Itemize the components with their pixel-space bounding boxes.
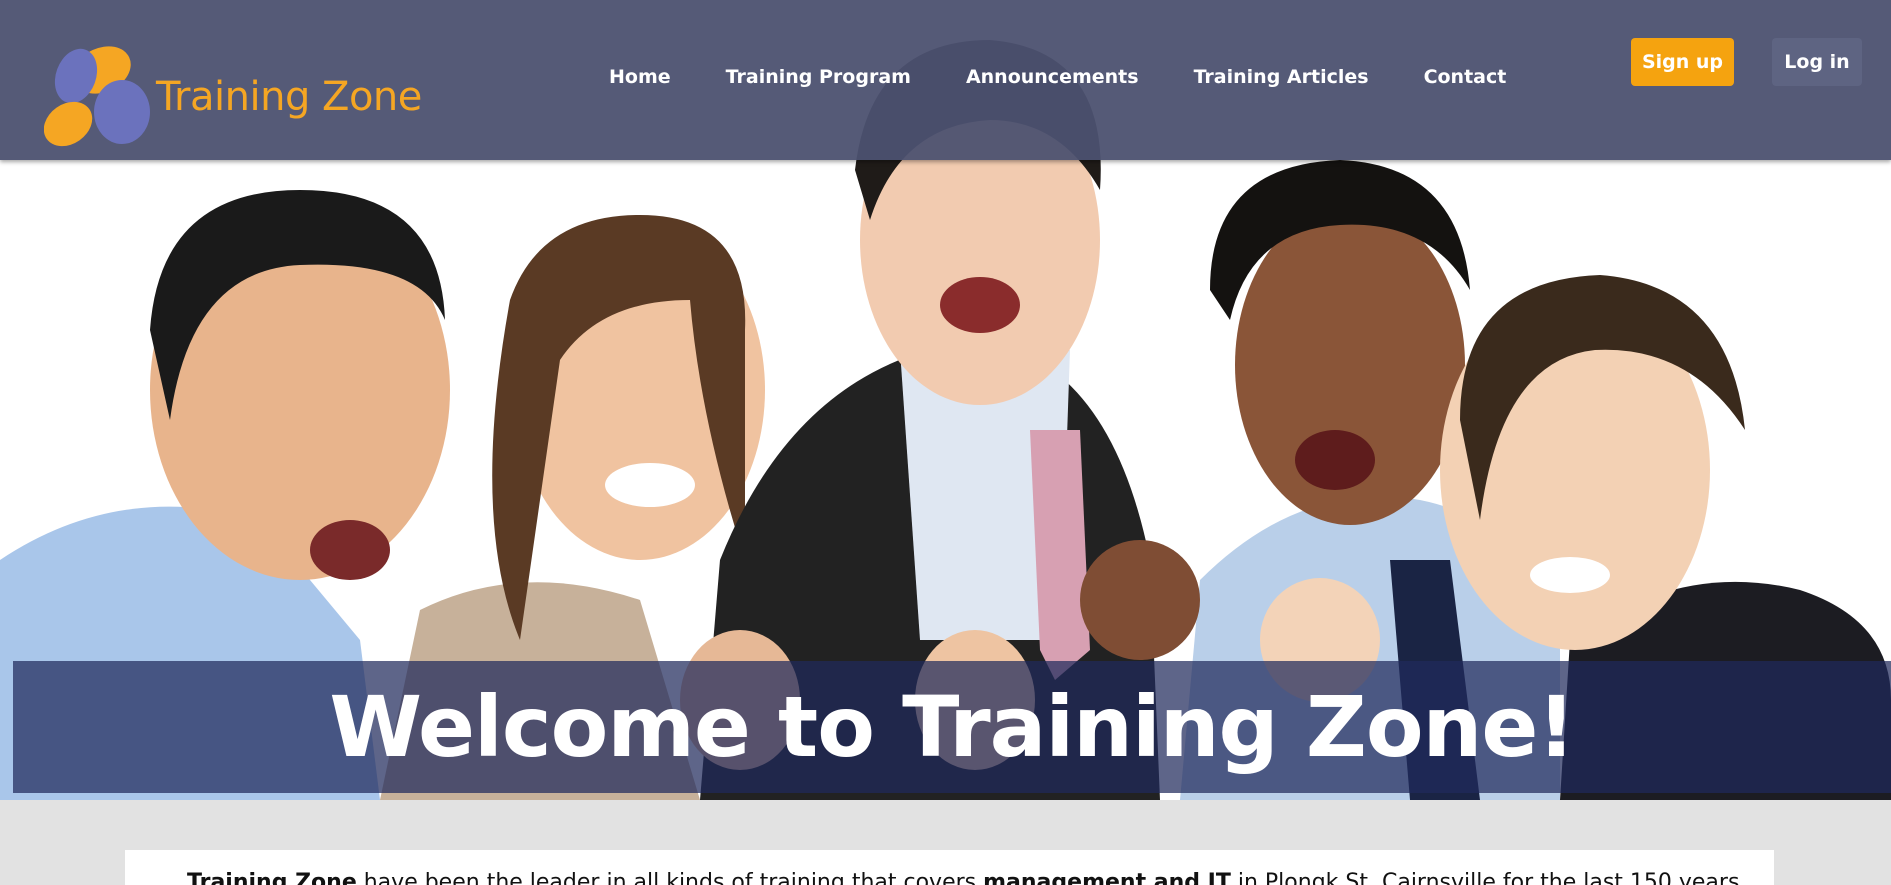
login-button[interactable]: Log in — [1772, 38, 1862, 86]
nav-announcements[interactable]: Announcements — [966, 66, 1139, 88]
brand-name: Training Zone — [156, 74, 422, 120]
intro-card: Training Zone have been the leader in al… — [125, 850, 1774, 885]
nav-training-program[interactable]: Training Program — [726, 66, 911, 88]
site-header: Training Zone Home Training Program Anno… — [0, 0, 1891, 160]
signup-button[interactable]: Sign up — [1631, 38, 1734, 86]
nav-home[interactable]: Home — [609, 66, 671, 88]
hero-headline: Welcome to Training Zone! — [329, 678, 1575, 776]
intro-text-2: in Plongk St. Cairnsville for the last 1… — [1230, 870, 1747, 885]
nav-contact[interactable]: Contact — [1424, 66, 1507, 88]
intro-paragraph: Training Zone have been the leader in al… — [187, 870, 1746, 885]
logo-mark-icon — [44, 46, 150, 147]
nav-training-articles[interactable]: Training Articles — [1194, 66, 1369, 88]
brand-logo[interactable]: Training Zone — [44, 36, 422, 148]
intro-text-1: have been the leader in all kinds of tra… — [356, 870, 984, 885]
welcome-banner: Welcome to Training Zone! — [13, 661, 1891, 793]
intro-brand: Training Zone — [187, 870, 357, 885]
main-nav: Home Training Program Announcements Trai… — [609, 66, 1506, 88]
intro-topics: management and IT — [983, 870, 1231, 885]
